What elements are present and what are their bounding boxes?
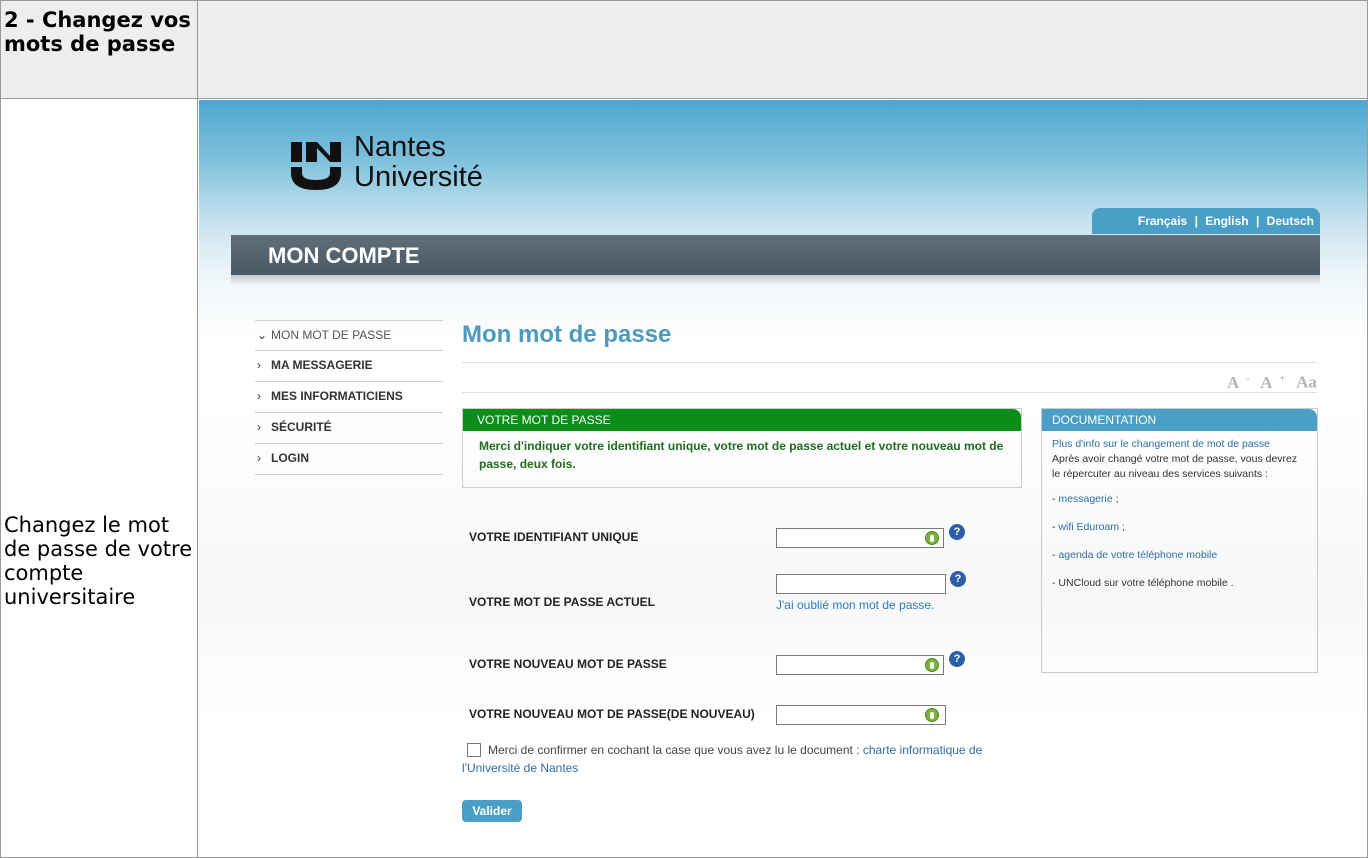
logo-line-nantes: Nantes bbox=[354, 131, 446, 163]
divider bbox=[462, 392, 1317, 393]
charter-checkbox[interactable] bbox=[467, 743, 481, 757]
password-info-box: VOTRE MOT DE PASSE Merci d'indiquer votr… bbox=[462, 408, 1022, 488]
divider bbox=[462, 362, 1317, 363]
doc-table: 2 - Changez vos mots de passe Changez le… bbox=[0, 0, 1368, 858]
header-empty-cell bbox=[197, 0, 1368, 99]
font-size-controls: A- A + Aa bbox=[1227, 372, 1319, 393]
doc-intro-link[interactable]: Plus d'info sur le changement de mot de … bbox=[1052, 438, 1270, 450]
documentation-title: DOCUMENTATION bbox=[1042, 409, 1317, 431]
help-icon[interactable]: ? bbox=[949, 524, 965, 540]
sidebar-nav: ⌄ MON MOT DE PASSE › MA MESSAGERIE › MES IN… bbox=[255, 320, 443, 475]
current-password-input[interactable] bbox=[776, 574, 946, 594]
sidebar-item-label: MES INFORMATICIENS bbox=[271, 389, 403, 403]
documentation-box: DOCUMENTATION Plus d'info sur le changem… bbox=[1041, 408, 1318, 673]
sidebar-item-label: MON MOT DE PASSE bbox=[271, 328, 392, 342]
password-strength-icon bbox=[925, 708, 939, 722]
screenshot-cell: Nantes Université Français | English | D… bbox=[197, 98, 1368, 858]
logo-text: Nantes Université bbox=[354, 132, 483, 192]
doc-dash: - bbox=[1052, 521, 1056, 533]
lang-separator: | bbox=[1255, 214, 1260, 228]
submit-button[interactable]: Valider bbox=[462, 800, 522, 822]
sidebar-item-mes-informaticiens[interactable]: › MES INFORMATICIENS bbox=[255, 382, 443, 413]
doc-text-uncloud: UNCloud sur votre téléphone mobile . bbox=[1058, 577, 1234, 589]
doc-suffix: ; bbox=[1122, 521, 1125, 533]
chevron-down-icon: ⌄ bbox=[257, 328, 268, 342]
step-desc-cell: Changez le mot de passe de votre compte … bbox=[0, 98, 198, 858]
doc-dash: - bbox=[1052, 549, 1056, 561]
lang-deutsch[interactable]: Deutsch bbox=[1267, 214, 1314, 228]
charter-confirmation: Merci de confirmer en cochant la case qu… bbox=[462, 741, 1002, 777]
label-confirm-mot-de-passe: VOTRE NOUVEAU MOT DE PASSE(DE NOUVEAU) bbox=[469, 707, 755, 721]
logo-line-universite: Université bbox=[354, 161, 483, 193]
font-minus: - bbox=[1246, 372, 1250, 384]
forgot-password-link[interactable]: J'ai oublié mon mot de passe. bbox=[776, 598, 934, 612]
font-plus: + bbox=[1279, 372, 1286, 384]
lang-english[interactable]: English bbox=[1205, 214, 1248, 228]
site-screenshot: Nantes Université Français | English | D… bbox=[199, 100, 1367, 857]
header-title: MON COMPTE bbox=[268, 243, 420, 268]
chevron-right-icon: › bbox=[257, 451, 261, 465]
nu-logo-icon bbox=[291, 142, 341, 190]
password-strength-icon bbox=[925, 531, 939, 545]
font-increase-button[interactable]: A + bbox=[1260, 372, 1286, 392]
doc-link-wifi[interactable]: wifi Eduroam bbox=[1058, 521, 1119, 533]
font-letter: A bbox=[1227, 372, 1240, 392]
sidebar-item-securite[interactable]: › SÉCURITÉ bbox=[255, 413, 443, 444]
label-mot-de-passe-actuel: VOTRE MOT DE PASSE ACTUEL bbox=[469, 595, 656, 609]
font-letter: A bbox=[1260, 372, 1273, 392]
doc-intro-text: Après avoir changé votre mot de passe, v… bbox=[1052, 453, 1298, 480]
confirm-text: Merci de confirmer en cochant la case qu… bbox=[488, 743, 860, 757]
step-header-cell: 2 - Changez vos mots de passe bbox=[0, 0, 198, 99]
password-box-title: VOTRE MOT DE PASSE bbox=[463, 409, 1021, 431]
step-title: 2 - Changez vos mots de passe bbox=[4, 8, 191, 56]
university-logo[interactable]: Nantes Université bbox=[289, 132, 549, 198]
doc-suffix: ; bbox=[1115, 493, 1119, 505]
lang-separator: | bbox=[1194, 214, 1198, 228]
font-reset-button[interactable]: Aa bbox=[1296, 373, 1317, 392]
doc-dash: - bbox=[1052, 493, 1056, 505]
password-box-text: Merci d'indiquer votre identifiant uniqu… bbox=[479, 439, 1004, 471]
label-nouveau-mot-de-passe: VOTRE NOUVEAU MOT DE PASSE bbox=[469, 657, 667, 671]
help-icon[interactable]: ? bbox=[949, 651, 965, 667]
sidebar-item-ma-messagerie[interactable]: › MA MESSAGERIE bbox=[255, 351, 443, 382]
sidebar-item-label: LOGIN bbox=[271, 451, 309, 465]
step-description: Changez le mot de passe de votre compte … bbox=[4, 513, 193, 609]
language-switcher: Français | English | Deutsch bbox=[1092, 208, 1320, 234]
page-title: Mon mot de passe bbox=[462, 321, 672, 348]
lang-francais[interactable]: Français bbox=[1138, 214, 1187, 228]
label-identifiant: VOTRE IDENTIFIANT UNIQUE bbox=[469, 530, 639, 544]
font-decrease-button[interactable]: A- bbox=[1227, 372, 1250, 392]
sidebar-item-mon-mot-de-passe[interactable]: ⌄ MON MOT DE PASSE bbox=[255, 320, 443, 351]
chevron-right-icon: › bbox=[257, 389, 261, 403]
new-password-input[interactable] bbox=[776, 655, 944, 675]
confirm-password-input[interactable] bbox=[776, 705, 946, 725]
documentation-body: Plus d'info sur le changement de mot de … bbox=[1042, 431, 1317, 606]
chevron-right-icon: › bbox=[257, 358, 261, 372]
identifiant-input[interactable] bbox=[776, 528, 944, 548]
sidebar-item-login[interactable]: › LOGIN bbox=[255, 444, 443, 475]
help-icon[interactable]: ? bbox=[950, 571, 966, 587]
doc-link-messagerie[interactable]: messagerie bbox=[1058, 493, 1112, 505]
header-shadow bbox=[231, 275, 1320, 285]
password-strength-icon bbox=[925, 658, 939, 672]
doc-link-agenda[interactable]: agenda de votre téléphone mobile bbox=[1058, 549, 1217, 561]
doc-dash: - bbox=[1052, 577, 1056, 589]
header-bar: MON COMPTE bbox=[231, 235, 1320, 275]
chevron-right-icon: › bbox=[257, 420, 261, 434]
sidebar-item-label: SÉCURITÉ bbox=[271, 420, 332, 434]
sidebar-item-label: MA MESSAGERIE bbox=[271, 358, 373, 372]
